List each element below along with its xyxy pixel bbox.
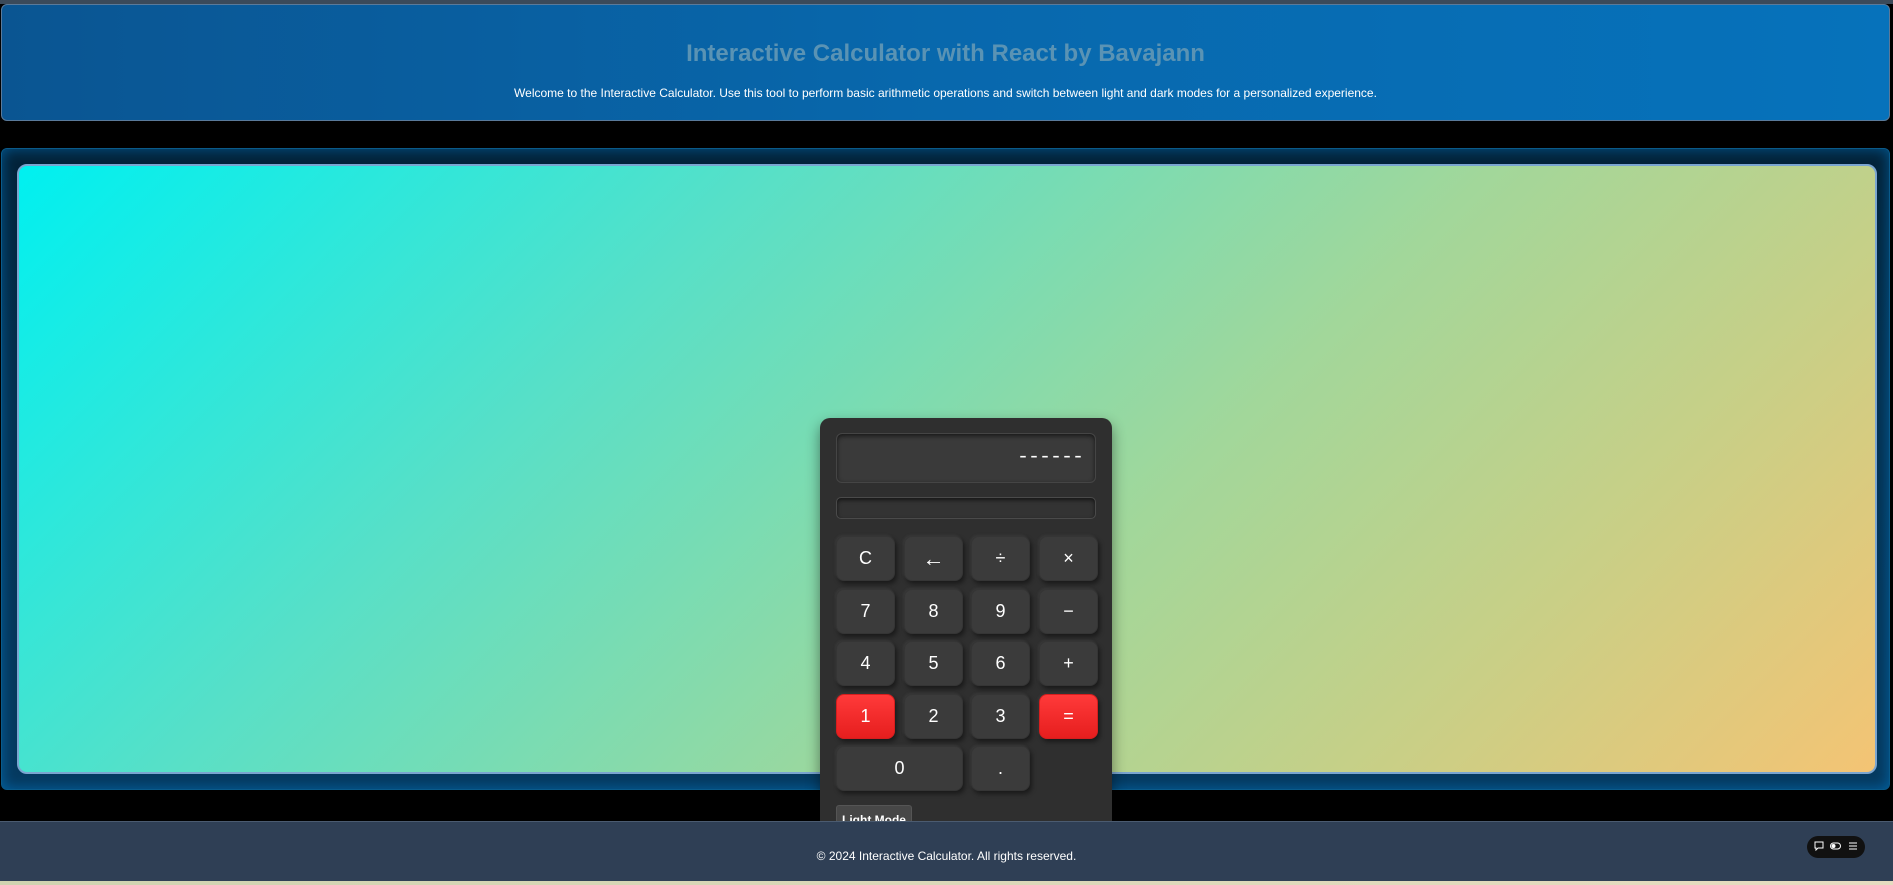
digit-4-button[interactable]: 4 — [836, 641, 895, 686]
bottom-border — [0, 881, 1893, 885]
divide-button[interactable]: ÷ — [971, 536, 1030, 581]
comment-icon[interactable] — [1814, 841, 1824, 854]
calculator-background: ------ C ← ÷ × 7 8 9 − 4 5 6 + 1 2 3 = 0… — [17, 164, 1877, 851]
digit-8-button[interactable]: 8 — [904, 589, 963, 634]
digit-5-button[interactable]: 5 — [904, 641, 963, 686]
digit-7-button[interactable]: 7 — [836, 589, 895, 634]
copyright-text: © 2024 Interactive Calculator. All right… — [816, 849, 1077, 863]
multiply-button[interactable]: × — [1039, 536, 1098, 581]
digit-9-button[interactable]: 9 — [971, 589, 1030, 634]
digit-1-button[interactable]: 1 — [836, 694, 895, 739]
equals-button[interactable]: = — [1039, 694, 1098, 739]
page-description: Welcome to the Interactive Calculator. U… — [514, 86, 1377, 100]
digit-0-button[interactable]: 0 — [836, 746, 963, 791]
digit-6-button[interactable]: 6 — [971, 641, 1030, 686]
decimal-button[interactable]: . — [971, 746, 1030, 791]
toggle-icon[interactable] — [1830, 841, 1842, 854]
page-title: Interactive Calculator with React by Bav… — [686, 40, 1205, 67]
menu-icon[interactable] — [1848, 841, 1858, 854]
plus-button[interactable]: + — [1039, 641, 1098, 686]
page-footer: © 2024 Interactive Calculator. All right… — [0, 821, 1893, 881]
calculator-secondary-display — [836, 497, 1096, 519]
page-header: Interactive Calculator with React by Bav… — [1, 4, 1890, 121]
backspace-button[interactable]: ← — [904, 536, 963, 581]
calculator: ------ C ← ÷ × 7 8 9 − 4 5 6 + 1 2 3 = 0… — [820, 418, 1112, 851]
digit-2-button[interactable]: 2 — [904, 694, 963, 739]
floating-toolbar — [1807, 836, 1865, 858]
digit-3-button[interactable]: 3 — [971, 694, 1030, 739]
minus-button[interactable]: − — [1039, 589, 1098, 634]
calculator-display: ------ — [836, 433, 1096, 483]
clear-button[interactable]: C — [836, 536, 895, 581]
